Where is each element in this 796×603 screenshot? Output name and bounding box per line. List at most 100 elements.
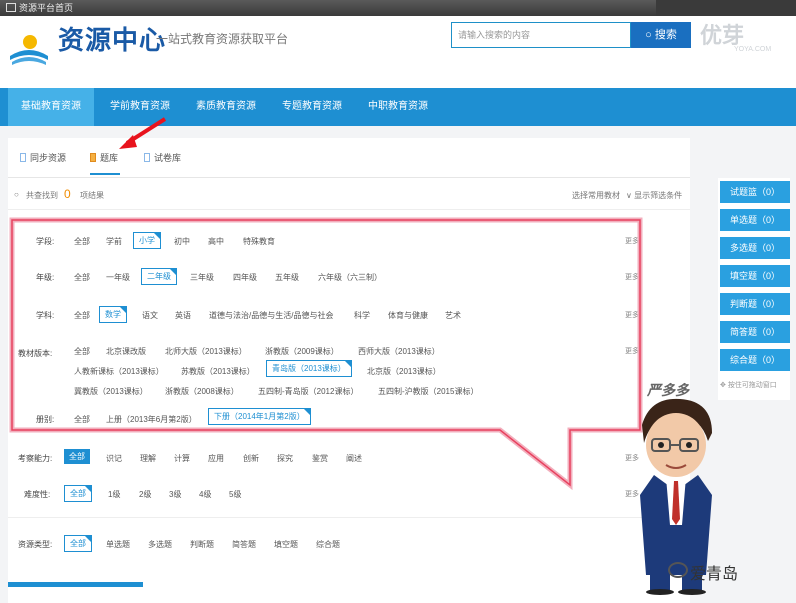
filter-option-selected[interactable]: 青岛版（2013课标） bbox=[266, 360, 352, 377]
filter-option[interactable]: 西师大版（2013课标） bbox=[358, 346, 440, 357]
bottom-accent-bar bbox=[8, 582, 143, 587]
filter-option[interactable]: 5级 bbox=[229, 489, 241, 500]
search-input[interactable]: 请输入搜索的内容 bbox=[451, 22, 631, 48]
filter-option[interactable]: 鉴赏 bbox=[312, 453, 328, 464]
wechat-icon bbox=[668, 562, 688, 578]
filter-option-selected[interactable]: 数学 bbox=[99, 306, 127, 323]
nav-quality[interactable]: 素质教育资源 bbox=[186, 88, 266, 126]
tab-label: 同步资源 bbox=[30, 153, 67, 163]
tab-sync[interactable]: 同步资源 bbox=[20, 151, 66, 164]
filter-option-selected[interactable]: 全部 bbox=[64, 535, 92, 552]
result-summary-row: ○ 共查找到 0 项结果 选择常用教材 ∨ 显示筛选条件 bbox=[8, 180, 690, 210]
filter-option[interactable]: 简答题 bbox=[232, 539, 256, 550]
more-link[interactable]: 更多 bbox=[625, 310, 639, 320]
filter-option[interactable]: 3级 bbox=[169, 489, 181, 500]
sidebar-item-comprehensive[interactable]: 综合题（0） bbox=[720, 349, 790, 371]
toggle-filter-link[interactable]: ∨ 显示筛选条件 bbox=[626, 190, 682, 201]
filter-option-selected[interactable]: 小学 bbox=[133, 232, 161, 249]
filter-option[interactable]: 阐述 bbox=[346, 453, 362, 464]
more-link[interactable]: 更多 bbox=[625, 272, 639, 282]
filter-option[interactable]: 识记 bbox=[106, 453, 122, 464]
filter-option[interactable]: 六年级（六三制） bbox=[318, 272, 382, 283]
filter-option[interactable]: 探究 bbox=[277, 453, 293, 464]
filter-option[interactable]: 理解 bbox=[140, 453, 156, 464]
filter-option[interactable]: 体育与健康 bbox=[388, 310, 428, 321]
home-icon[interactable] bbox=[6, 3, 16, 12]
filter-option[interactable]: 五年级 bbox=[275, 272, 299, 283]
nav-vocational[interactable]: 中职教育资源 bbox=[358, 88, 438, 126]
filter-option[interactable]: 英语 bbox=[175, 310, 191, 321]
filter-option[interactable]: 2级 bbox=[139, 489, 151, 500]
filter-option[interactable]: 人教新课标（2013课标） bbox=[74, 366, 164, 377]
nav-basic-edu[interactable]: 基础教育资源 bbox=[8, 88, 94, 126]
filter-option[interactable]: 计算 bbox=[174, 453, 190, 464]
filter-option[interactable]: 北京课改版 bbox=[106, 346, 146, 357]
filter-option-selected[interactable]: 下册（2014年1月第2版） bbox=[208, 408, 311, 425]
filter-option[interactable]: 上册（2013年6月第2版） bbox=[106, 414, 197, 425]
filter-option[interactable]: 填空题 bbox=[274, 539, 298, 550]
search-icon: ○ bbox=[645, 29, 655, 41]
filter-option[interactable]: 全部 bbox=[74, 310, 90, 321]
filter-option[interactable]: 艺术 bbox=[445, 310, 461, 321]
filter-option-selected[interactable]: 全部 bbox=[64, 485, 92, 502]
active-tab-indicator bbox=[90, 173, 120, 175]
bookmark-icon bbox=[90, 153, 96, 162]
drag-hint-label: 按住可拖动窗口 bbox=[727, 382, 777, 389]
filter-option[interactable]: 判断题 bbox=[190, 539, 214, 550]
result-suffix: 项结果 bbox=[80, 191, 104, 200]
drag-hint[interactable]: ✥ 按住可拖动窗口 bbox=[720, 380, 777, 390]
sidebar-item-short[interactable]: 简答题（0） bbox=[720, 321, 790, 343]
filter-option[interactable]: 科学 bbox=[354, 310, 370, 321]
more-link[interactable]: 更多 bbox=[625, 346, 639, 356]
sidebar-item-multi[interactable]: 多选题（0） bbox=[720, 237, 790, 259]
filter-option[interactable]: 四年级 bbox=[233, 272, 257, 283]
filter-option[interactable]: 苏教版（2013课标） bbox=[181, 366, 255, 377]
filter-option[interactable]: 综合题 bbox=[316, 539, 340, 550]
filter-option[interactable]: 多选题 bbox=[148, 539, 172, 550]
filter-option[interactable]: 1级 bbox=[108, 489, 120, 500]
filter-label-ability: 考察能力: bbox=[18, 454, 53, 463]
filter-option-selected[interactable]: 二年级 bbox=[141, 268, 177, 285]
sidebar-item-judge[interactable]: 判断题（0） bbox=[720, 293, 790, 315]
sidebar-item-fill[interactable]: 填空题（0） bbox=[720, 265, 790, 287]
filter-option[interactable]: 初中 bbox=[174, 236, 190, 247]
filter-label-volume: 册别: bbox=[36, 415, 55, 424]
sidebar-item-single[interactable]: 单选题（0） bbox=[720, 209, 790, 231]
filter-option[interactable]: 高中 bbox=[208, 236, 224, 247]
filter-option[interactable]: 全部 bbox=[74, 346, 90, 357]
filter-label-difficulty: 难度性: bbox=[24, 490, 51, 499]
filter-option[interactable]: 语文 bbox=[142, 310, 158, 321]
filter-option[interactable]: 五四制-青岛版（2012课标） bbox=[258, 386, 358, 397]
filter-option[interactable]: 应用 bbox=[208, 453, 224, 464]
search-button[interactable]: ○ 搜索 bbox=[631, 22, 691, 48]
nav-special-topic[interactable]: 专题教育资源 bbox=[272, 88, 352, 126]
filter-option[interactable]: 单选题 bbox=[106, 539, 130, 550]
watermark-sub: YOYA.COM bbox=[734, 46, 772, 53]
filter-option[interactable]: 全部 bbox=[74, 414, 90, 425]
select-textbook-link[interactable]: 选择常用教材 bbox=[572, 190, 620, 201]
filter-option[interactable]: 道德与法治/品德与生活/品德与社会 bbox=[209, 310, 333, 321]
filter-option-selected[interactable]: 全部 bbox=[64, 449, 90, 464]
move-icon: ✥ bbox=[720, 382, 728, 389]
filter-label-textbook: 教材版本: bbox=[18, 349, 53, 358]
filter-option[interactable]: 北师大版（2013课标） bbox=[165, 346, 247, 357]
logo-text[interactable]: 资源中心 bbox=[58, 20, 166, 57]
chevron-down-icon: ∨ bbox=[626, 191, 635, 200]
filter-option[interactable]: 浙教版（2009课标） bbox=[265, 346, 339, 357]
divider bbox=[8, 517, 690, 518]
filter-option[interactable]: 4级 bbox=[199, 489, 211, 500]
filter-option[interactable]: 全部 bbox=[74, 236, 90, 247]
filter-option[interactable]: 一年级 bbox=[106, 272, 130, 283]
filter-option[interactable]: 学前 bbox=[106, 236, 122, 247]
filter-option[interactable]: 冀教版（2013课标） bbox=[74, 386, 148, 397]
filter-option[interactable]: 五四制-沪教版（2015课标） bbox=[378, 386, 478, 397]
more-link[interactable]: 更多 bbox=[625, 236, 639, 246]
filter-option[interactable]: 浙教版（2008课标） bbox=[165, 386, 239, 397]
filter-option[interactable]: 特殊教育 bbox=[243, 236, 275, 247]
filter-option[interactable]: 创新 bbox=[243, 453, 259, 464]
filter-option[interactable]: 三年级 bbox=[190, 272, 214, 283]
resource-tabs: 同步资源 题库 试卷库 bbox=[8, 138, 690, 178]
sidebar-item-basket[interactable]: 试题篮（0） bbox=[720, 181, 790, 203]
filter-option[interactable]: 北京版（2013课标） bbox=[367, 366, 441, 377]
filter-option[interactable]: 全部 bbox=[74, 272, 90, 283]
